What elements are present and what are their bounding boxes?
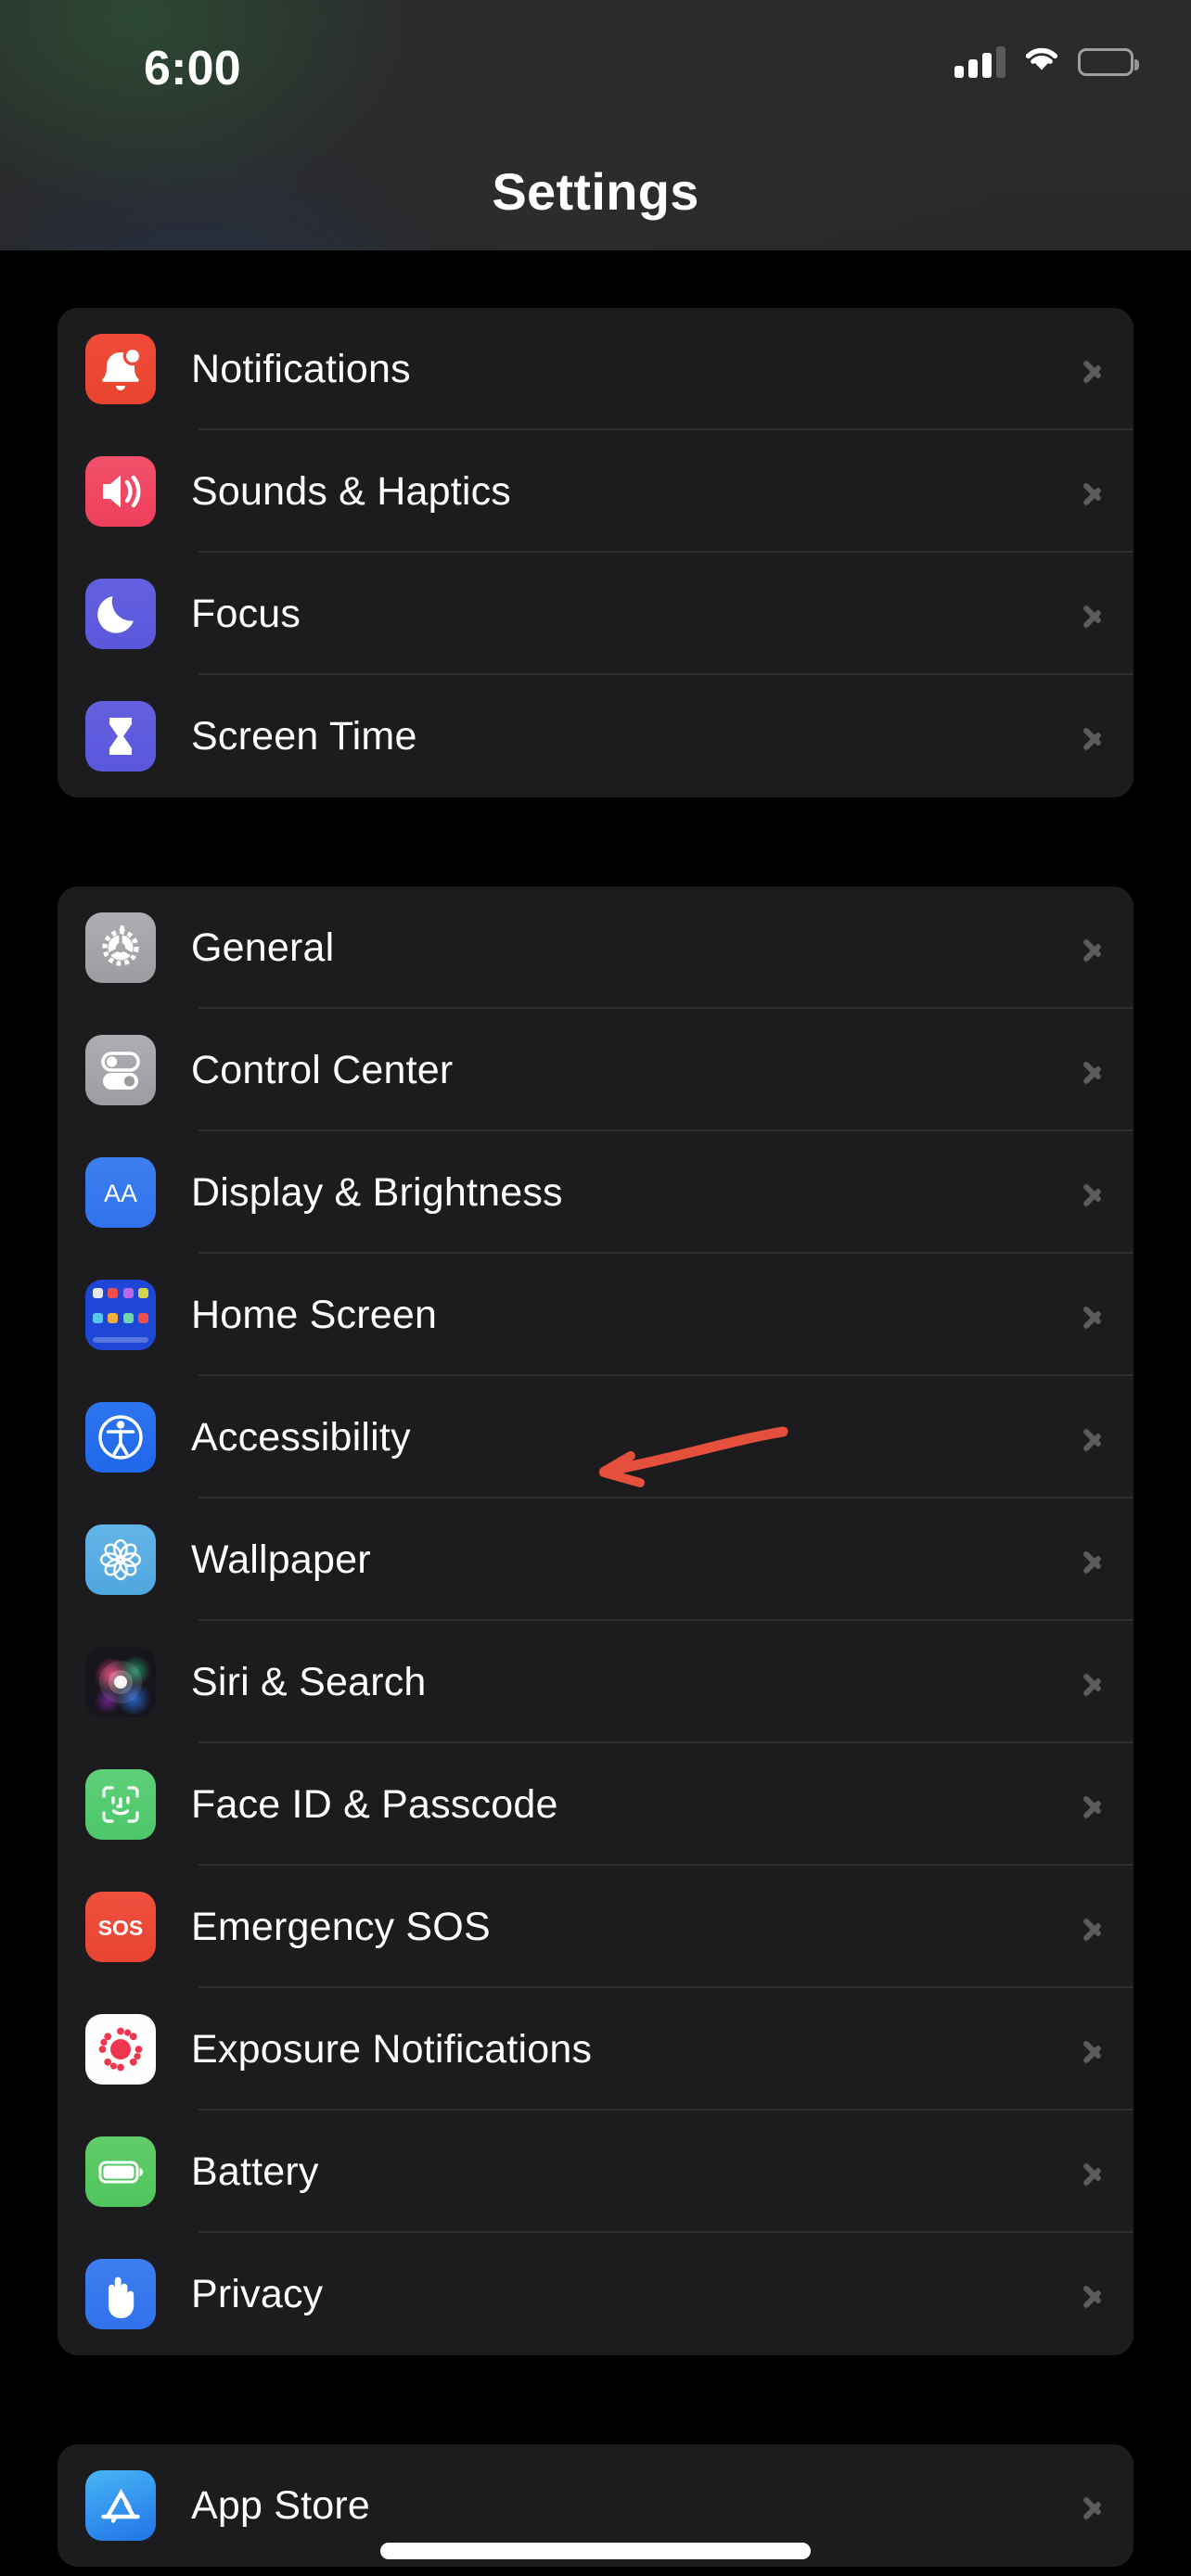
- settings-row-label: Sounds & Haptics: [191, 468, 511, 514]
- chevron-right-icon: [1082, 2488, 1102, 2523]
- chevron-right-icon: [1082, 1175, 1102, 1210]
- settings-row-label: Privacy: [191, 2271, 324, 2316]
- chevron-right-icon: [1082, 2032, 1102, 2067]
- chevron-right-icon: [1082, 1542, 1102, 1577]
- chevron-right-icon: [1082, 351, 1102, 387]
- battery-icon: [1078, 47, 1139, 76]
- settings-row-label: General: [191, 925, 335, 970]
- settings-row-label: App Store: [191, 2482, 371, 2528]
- settings-row-display-brightness[interactable]: AA Display & Brightness: [58, 1131, 1133, 1254]
- chevron-right-icon: [1082, 1297, 1102, 1333]
- gear-icon: [85, 912, 156, 983]
- cellular-signal-icon: [954, 45, 1005, 78]
- settings-row-label: Focus: [191, 591, 301, 636]
- accessibility-icon: [85, 1402, 156, 1473]
- chevron-right-icon: [1082, 596, 1102, 631]
- settings-row-label: Exposure Notifications: [191, 2026, 593, 2072]
- settings-group-system: General Control Center AA Display & Brig…: [58, 886, 1133, 2355]
- settings-row-emergency-sos[interactable]: SOS Emergency SOS: [58, 1866, 1133, 1988]
- settings-row-battery[interactable]: Battery: [58, 2111, 1133, 2233]
- exposure-dots-icon: [85, 2014, 156, 2085]
- battery-icon: [85, 2136, 156, 2207]
- sos-icon: SOS: [85, 1892, 156, 1962]
- svg-text:SOS: SOS: [98, 1916, 144, 1940]
- hand-raised-icon: [85, 2259, 156, 2329]
- chevron-right-icon: [1082, 1052, 1102, 1088]
- settings-row-label: Home Screen: [191, 1292, 438, 1337]
- settings-row-wallpaper[interactable]: Wallpaper: [58, 1498, 1133, 1621]
- settings-row-label: Face ID & Passcode: [191, 1781, 558, 1827]
- chevron-right-icon: [1082, 719, 1102, 754]
- settings-row-face-id-passcode[interactable]: Face ID & Passcode: [58, 1743, 1133, 1866]
- app-grid-dock: [93, 1337, 148, 1343]
- settings-row-notifications[interactable]: Notifications: [58, 308, 1133, 430]
- app-grid-row-1: [93, 1288, 148, 1298]
- settings-row-general[interactable]: General: [58, 886, 1133, 1009]
- chevron-right-icon: [1082, 2276, 1102, 2312]
- bell-icon: [85, 334, 156, 404]
- moon-icon: [85, 579, 156, 649]
- settings-row-control-center[interactable]: Control Center: [58, 1009, 1133, 1131]
- settings-row-label: Notifications: [191, 346, 411, 391]
- status-bar: 6:00: [0, 0, 1191, 102]
- app-store-icon: [85, 2470, 156, 2541]
- status-bar-indicators: [954, 45, 1139, 79]
- settings-row-siri-search[interactable]: Siri & Search: [58, 1621, 1133, 1743]
- settings-row-exposure-notifications[interactable]: Exposure Notifications: [58, 1988, 1133, 2111]
- settings-row-label: Control Center: [191, 1047, 454, 1092]
- status-bar-clock: 6:00: [144, 42, 241, 96]
- settings-row-label: Wallpaper: [191, 1537, 371, 1582]
- svg-text:AA: AA: [104, 1180, 137, 1207]
- chevron-right-icon: [1082, 1787, 1102, 1822]
- settings-row-accessibility[interactable]: Accessibility: [58, 1376, 1133, 1498]
- settings-list: Notifications Sounds & Haptics Focus Scr…: [0, 250, 1191, 2567]
- settings-row-label: Emergency SOS: [191, 1904, 491, 1949]
- chevron-right-icon: [1082, 1420, 1102, 1455]
- chevron-right-icon: [1082, 2154, 1102, 2189]
- iphone-settings-screen: 6:00 Settings Notifications Sounds & Hap…: [0, 0, 1191, 2576]
- settings-row-screen-time[interactable]: Screen Time: [58, 675, 1133, 797]
- settings-row-sounds-haptics[interactable]: Sounds & Haptics: [58, 430, 1133, 553]
- navigation-header: 6:00 Settings: [0, 0, 1191, 250]
- settings-row-label: Siri & Search: [191, 1659, 427, 1704]
- flower-icon: [85, 1524, 156, 1595]
- face-id-icon: [85, 1769, 156, 1840]
- settings-row-home-screen[interactable]: Home Screen: [58, 1254, 1133, 1376]
- app-grid-icon: [85, 1280, 156, 1350]
- wifi-icon: [1022, 45, 1061, 79]
- chevron-right-icon: [1082, 1909, 1102, 1945]
- page-title: Settings: [492, 162, 699, 221]
- chevron-right-icon: [1082, 1664, 1102, 1700]
- settings-row-privacy[interactable]: Privacy: [58, 2233, 1133, 2355]
- settings-row-label: Screen Time: [191, 713, 417, 759]
- settings-row-label: Display & Brightness: [191, 1169, 563, 1215]
- siri-orb-icon: [85, 1647, 156, 1717]
- chevron-right-icon: [1082, 930, 1102, 965]
- home-indicator: [380, 2543, 811, 2559]
- app-grid-row-2: [93, 1312, 148, 1323]
- aa-text-icon: AA: [85, 1157, 156, 1228]
- settings-group-alerts: Notifications Sounds & Haptics Focus Scr…: [58, 308, 1133, 797]
- settings-row-focus[interactable]: Focus: [58, 553, 1133, 675]
- settings-row-label: Accessibility: [191, 1414, 411, 1460]
- settings-row-label: Battery: [191, 2149, 319, 2194]
- toggles-icon: [85, 1035, 156, 1105]
- speaker-wave-icon: [85, 456, 156, 527]
- chevron-right-icon: [1082, 474, 1102, 509]
- hourglass-icon: [85, 701, 156, 772]
